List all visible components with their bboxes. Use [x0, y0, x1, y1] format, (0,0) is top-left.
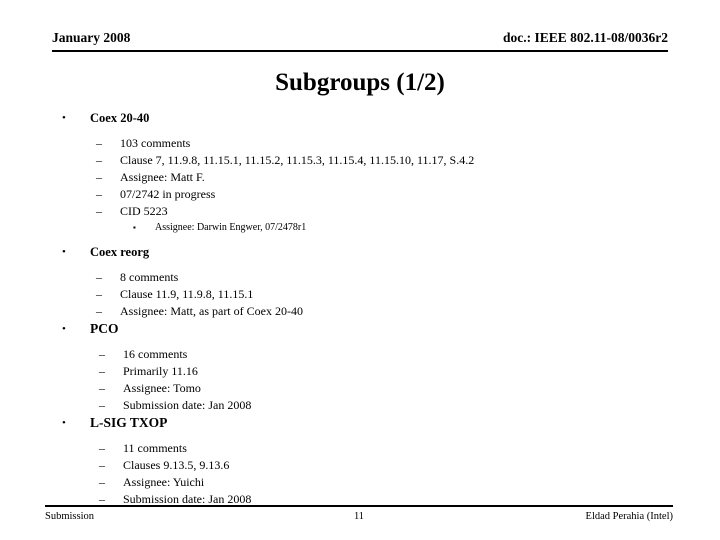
list-item: – Assignee: Matt F. — [0, 169, 720, 186]
list-item: – 11 comments — [0, 440, 720, 457]
list-item: – 8 comments — [0, 269, 720, 286]
list-item-label: Submission date: Jan 2008 — [123, 398, 252, 412]
list-item: – Clauses 9.13.5, 9.13.6 — [0, 457, 720, 474]
section-heading-label: L-SIG TXOP — [90, 415, 168, 430]
list-item: – 16 comments — [0, 346, 720, 363]
list-item-label: CID 5223 — [120, 204, 168, 218]
list-item: – Assignee: Matt, as part of Coex 20-40 — [0, 303, 720, 320]
bullet-dash-icon: – — [99, 381, 105, 395]
slide-header: January 2008 doc.: IEEE 802.11-08/0036r2 — [52, 30, 668, 52]
list-item-label: 8 comments — [120, 270, 179, 284]
bullet-dot-icon: • — [62, 246, 66, 258]
list-item-label: 103 comments — [120, 136, 191, 150]
bullet-dot-icon: • — [62, 112, 66, 124]
bullet-square-icon: ▪ — [133, 223, 136, 232]
bullet-dash-icon: – — [96, 270, 102, 284]
bullet-dash-icon: – — [99, 398, 105, 412]
list-item: – Assignee: Tomo — [0, 380, 720, 397]
list-item-label: 11 comments — [123, 441, 187, 455]
section-heading-label: Coex 20-40 — [90, 111, 150, 125]
list-item-label: Assignee: Matt F. — [120, 170, 205, 184]
section-heading: • L-SIG TXOP — [0, 414, 720, 432]
list-item: – Submission date: Jan 2008 — [0, 397, 720, 414]
list-item-label: Clause 11.9, 11.9.8, 11.15.1 — [120, 287, 254, 301]
section-lsig-txop: • L-SIG TXOP – 11 comments – Clauses 9.1… — [0, 414, 720, 508]
bullet-dash-icon: – — [96, 170, 102, 184]
section-heading: • Coex 20-40 — [0, 110, 720, 127]
page-title: Subgroups (1/2) — [275, 69, 445, 96]
bullet-dash-icon: – — [96, 187, 102, 201]
list-item: – CID 5223 — [0, 203, 720, 220]
list-item: – 07/2742 in progress — [0, 186, 720, 203]
list-item-label: Assignee: Matt, as part of Coex 20-40 — [120, 304, 303, 318]
sub-list-item: ▪ Assignee: Darwin Engwer, 07/2478r1 — [0, 220, 720, 236]
bullet-dash-icon: – — [96, 136, 102, 150]
section-heading: • PCO — [0, 320, 720, 338]
section-heading-label: Coex reorg — [90, 245, 150, 259]
list-item: – Primarily 11.16 — [0, 363, 720, 380]
section-heading-label: PCO — [90, 321, 119, 336]
bullet-dash-icon: – — [96, 287, 102, 301]
list-item-label: 16 comments — [123, 347, 188, 361]
bullet-dash-icon: – — [96, 153, 102, 167]
section-pco: • PCO – 16 comments – Primarily 11.16 – … — [0, 320, 720, 414]
sub-list-item-label: Assignee: Darwin Engwer, 07/2478r1 — [155, 222, 307, 233]
list-item-label: Clause 7, 11.9.8, 11.15.1, 11.15.2, 11.1… — [120, 153, 475, 167]
list-item: – 103 comments — [0, 135, 720, 152]
section-heading: • Coex reorg — [0, 244, 720, 261]
slide-footer: Submission 11 Eldad Perahia (Intel) — [45, 505, 673, 524]
section-coex-reorg: • Coex reorg – 8 comments – Clause 11.9,… — [0, 244, 720, 320]
bullet-dot-icon: • — [62, 323, 66, 335]
list-item: – Clause 11.9, 11.9.8, 11.15.1 — [0, 286, 720, 303]
bullet-dash-icon: – — [99, 347, 105, 361]
bullet-dash-icon: – — [96, 204, 102, 218]
header-document-number: doc.: IEEE 802.11-08/0036r2 — [502, 30, 668, 45]
list-item-label: 07/2742 in progress — [120, 187, 216, 201]
list-item-label: Clauses 9.13.5, 9.13.6 — [123, 458, 230, 472]
bullet-dash-icon: – — [96, 304, 102, 318]
list-item-label: Assignee: Yuichi — [123, 475, 205, 489]
bullet-dash-icon: – — [99, 475, 105, 489]
list-item-label: Primarily 11.16 — [123, 364, 198, 378]
bullet-dot-icon: • — [62, 417, 66, 429]
page-number: 11 — [353, 511, 365, 522]
section-coex-20-40: • Coex 20-40 – 103 comments – Clause 7, … — [0, 110, 720, 236]
slide-body: • Coex 20-40 – 103 comments – Clause 7, … — [0, 110, 720, 508]
bullet-dash-icon: – — [99, 441, 105, 455]
list-item: – Clause 7, 11.9.8, 11.15.1, 11.15.2, 11… — [0, 152, 720, 169]
list-item-label: Submission date: Jan 2008 — [123, 492, 252, 506]
bullet-dash-icon: – — [99, 458, 105, 472]
bullet-dash-icon: – — [99, 364, 105, 378]
header-date: January 2008 — [52, 30, 131, 45]
list-item-label: Assignee: Tomo — [123, 381, 201, 395]
list-item: – Assignee: Yuichi — [0, 474, 720, 491]
